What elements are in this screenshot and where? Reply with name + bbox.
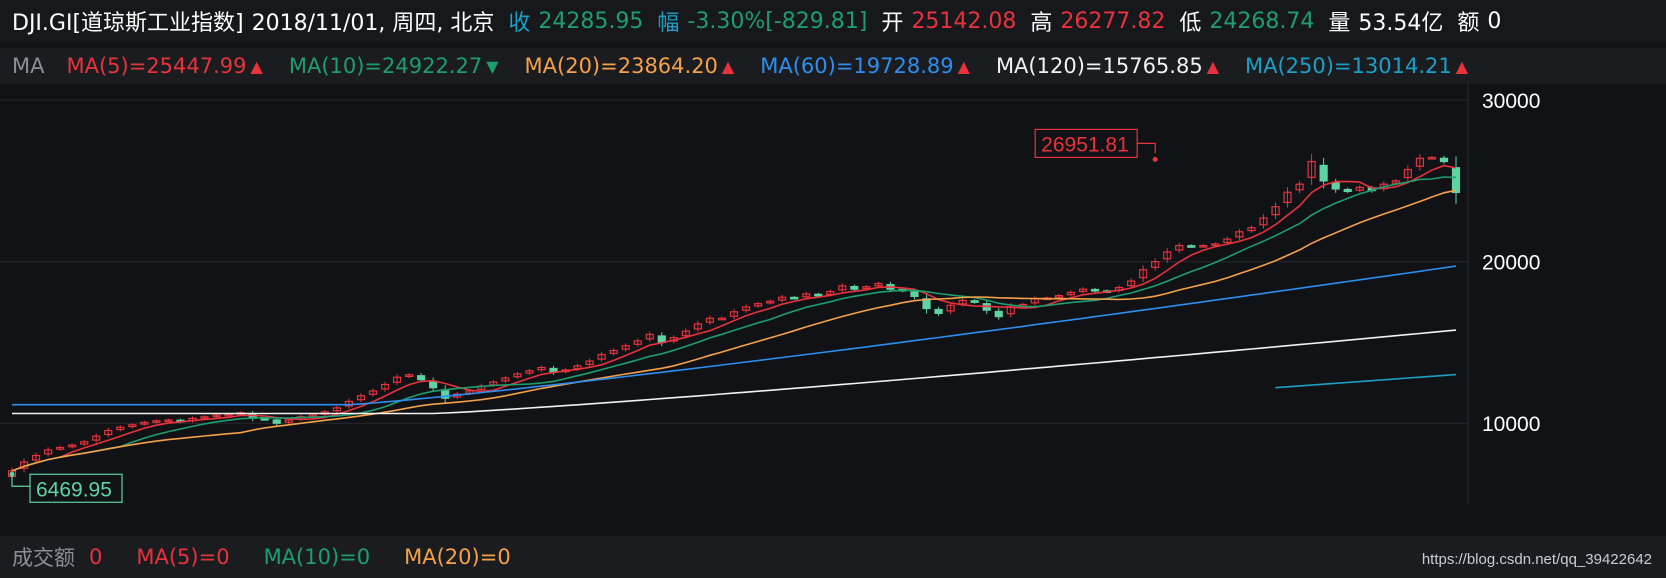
- ma-line-ma250: [1275, 373, 1457, 389]
- volume-value: 0: [89, 545, 103, 569]
- arrow-up-icon: ▲: [957, 56, 970, 76]
- candle-down: [429, 380, 438, 389]
- vol-ma5: MA(5)=0: [136, 545, 230, 569]
- volume-indicator-bar: 成交额 0 MA(5)=0 MA(10)=0 MA(20)=0 https://…: [0, 536, 1666, 578]
- ma120-indicator: MA(120)=15765.85 ▲: [996, 54, 1219, 78]
- max-marker-dot: [1152, 156, 1158, 162]
- volume-value: 53.54亿: [1358, 11, 1444, 36]
- y-tick-label: 30000: [1482, 90, 1540, 113]
- change-abs: [-829.81]: [765, 8, 868, 34]
- candle-down: [970, 300, 979, 303]
- candlestick-chart[interactable]: 30000 20000 10000 26951.81 6469.95: [0, 84, 1666, 536]
- ma250-indicator: MA(250)=13014.21 ▲: [1245, 54, 1468, 78]
- low-label: 低: [1179, 11, 1202, 36]
- candle-down: [260, 417, 269, 421]
- arrow-down-icon: ▼: [486, 56, 499, 76]
- ma10-indicator: MA(10)=24922.27 ▼: [289, 54, 499, 78]
- candle-down: [417, 375, 426, 381]
- candle-down: [1343, 188, 1352, 193]
- ma-line-ma60: [12, 265, 1457, 406]
- high-value: 26277.82: [1060, 8, 1166, 34]
- arrow-up-icon: ▲: [1455, 56, 1469, 76]
- ma5-indicator: MA(5)=25447.99 ▲: [66, 54, 262, 78]
- y-tick-label: 10000: [1482, 413, 1540, 436]
- candle-down: [814, 293, 823, 297]
- candle-down: [994, 310, 1003, 318]
- ma60-indicator: MA(60)=19728.89 ▲: [760, 54, 970, 78]
- min-marker-label: 6469.95: [36, 478, 112, 501]
- amount-label: 额: [1457, 11, 1480, 36]
- amount-value: 0: [1487, 8, 1502, 34]
- volume-title[interactable]: 成交额: [12, 542, 75, 572]
- candle-down: [910, 291, 919, 298]
- ma-line-ma120: [12, 329, 1457, 415]
- candle-down: [1439, 157, 1449, 163]
- arrow-up-icon: ▲: [250, 56, 263, 76]
- volume-label: 量: [1328, 11, 1351, 36]
- candle-down: [1451, 167, 1461, 194]
- vol-ma10: MA(10)=0: [263, 545, 371, 569]
- quote-date: 2018/11/01, 周四, 北京: [251, 11, 495, 36]
- arrow-up-icon: ▲: [1206, 56, 1219, 76]
- ma-indicator-bar: MA MA(5)=25447.99 ▲ MA(10)=24922.27 ▼ MA(2…: [0, 48, 1666, 84]
- ma250-text: MA(250)=13014.21: [1245, 54, 1452, 78]
- candle-down: [1090, 288, 1100, 292]
- ma-line-ma10: [11, 176, 1457, 472]
- candle-down: [934, 308, 943, 314]
- ma20-text: MA(20)=23864.20: [524, 54, 718, 78]
- y-tick-label: 20000: [1482, 252, 1540, 275]
- candle-down: [1319, 164, 1328, 182]
- open-value: 25142.08: [911, 8, 1017, 34]
- candle-down: [790, 296, 799, 300]
- change-label: 幅: [657, 11, 680, 36]
- ma5-text: MA(5)=25447.99: [66, 54, 247, 78]
- quote-info-bar: DJI.GI[道琼斯工业指数] 2018/11/01, 周四, 北京 收 242…: [0, 0, 1666, 42]
- open-label: 开: [881, 11, 904, 36]
- change-pct: -3.30%: [687, 8, 766, 34]
- low-value: 24268.74: [1209, 8, 1315, 34]
- ma-title[interactable]: MA: [12, 54, 44, 78]
- candle-down: [850, 285, 859, 290]
- ma60-text: MA(60)=19728.89: [760, 54, 954, 78]
- arrow-up-icon: ▲: [721, 56, 735, 76]
- candle-down: [1187, 245, 1196, 248]
- vol-ma20: MA(20)=0: [404, 545, 511, 569]
- high-label: 高: [1030, 11, 1053, 36]
- candle-down: [1331, 181, 1340, 190]
- candlestick-chart-svg[interactable]: 30000 20000 10000 26951.81 6469.95: [0, 84, 1666, 536]
- ma20-indicator: MA(20)=23864.20 ▲: [525, 54, 735, 78]
- close-label: 收: [508, 11, 531, 36]
- watermark: https://blog.csdn.net/qq_39422642: [1421, 551, 1652, 568]
- close-value: 24285.95: [538, 8, 644, 34]
- ma120-text: MA(120)=15765.85: [995, 54, 1203, 78]
- max-marker-leader: [1137, 142, 1156, 154]
- max-marker-label: 26951.81: [1041, 133, 1129, 156]
- candle-down: [272, 419, 281, 424]
- symbol-name: DJI.GI[道琼斯工业指数]: [12, 11, 244, 36]
- ma10-text: MA(10)=24922.27: [288, 54, 483, 78]
